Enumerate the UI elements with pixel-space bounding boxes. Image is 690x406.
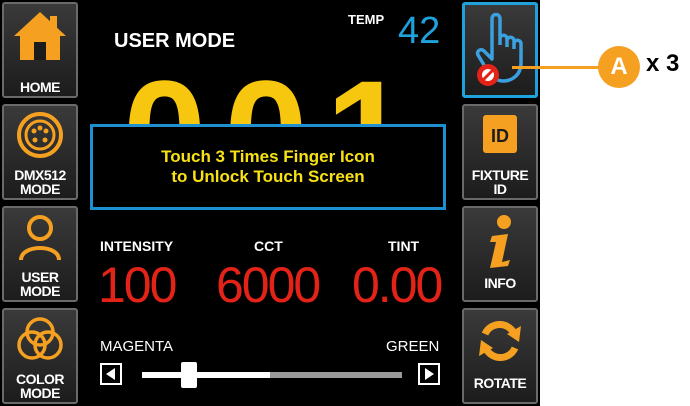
unlock-message-box: Touch 3 Times Finger Icon to Unlock Touc…: [90, 124, 446, 210]
info-button[interactable]: INFO: [462, 206, 538, 302]
cct-value[interactable]: 6000: [216, 260, 321, 310]
rotate-button[interactable]: ROTATE: [462, 308, 538, 404]
tint-increase-button[interactable]: [418, 363, 440, 385]
home-button[interactable]: HOME: [2, 2, 78, 98]
temp-label: TEMP: [348, 12, 385, 27]
color-circles-icon: [17, 317, 63, 360]
tint-slider-thumb[interactable]: [180, 362, 197, 388]
user-icon: [19, 215, 61, 261]
arrow-left-icon: [106, 368, 115, 380]
user-number-display: 001: [90, 66, 460, 124]
rotate-icon: [479, 321, 521, 361]
user-number-value: 001: [90, 66, 460, 124]
callout-count: x 3: [646, 50, 680, 77]
tint-value[interactable]: 0.00: [352, 260, 443, 310]
magenta-label: MAGENTA: [100, 338, 174, 355]
tint-slider-fill: [142, 372, 270, 378]
lock-touch-button[interactable]: [462, 2, 538, 98]
home-icon: [14, 12, 66, 60]
user-mode-button[interactable]: USER MODE: [2, 206, 78, 302]
dmx512-mode-button[interactable]: DMX512 MODE: [2, 104, 78, 200]
rotate-label: ROTATE: [473, 375, 527, 391]
svg-text:ID: ID: [491, 126, 509, 146]
mode-title: USER MODE: [114, 30, 236, 52]
info-label: INFO: [484, 275, 516, 291]
cct-label: CCT: [254, 238, 283, 254]
tint-label: TINT: [388, 238, 420, 254]
intensity-value[interactable]: 100: [98, 260, 177, 310]
info-icon: [490, 215, 511, 268]
tint-decrease-button[interactable]: [100, 363, 122, 385]
color-mode-label: COLOR MODE: [15, 371, 65, 401]
dmx512-mode-label: DMX512 MODE: [14, 167, 66, 197]
user-mode-label: USER MODE: [20, 269, 61, 299]
color-mode-button[interactable]: COLOR MODE: [2, 308, 78, 404]
green-label: GREEN: [386, 338, 440, 355]
fixture-id-button[interactable]: ID FIXTURE ID: [462, 104, 538, 200]
home-label: HOME: [20, 79, 61, 95]
temp-value: 42: [398, 10, 441, 52]
intensity-label: INTENSITY: [100, 238, 174, 254]
fixture-id-label: FIXTURE ID: [471, 167, 529, 197]
arrow-right-icon: [425, 368, 434, 380]
callout-badge: A: [598, 46, 640, 88]
dmx-connector-icon: [17, 112, 63, 158]
id-card-icon: ID: [483, 115, 517, 153]
unlock-message-line-2: to Unlock Touch Screen: [171, 167, 365, 186]
callout-line: [512, 66, 600, 69]
unlock-message-line-1: Touch 3 Times Finger Icon: [161, 147, 375, 166]
locked-finger-icon: [475, 12, 523, 86]
